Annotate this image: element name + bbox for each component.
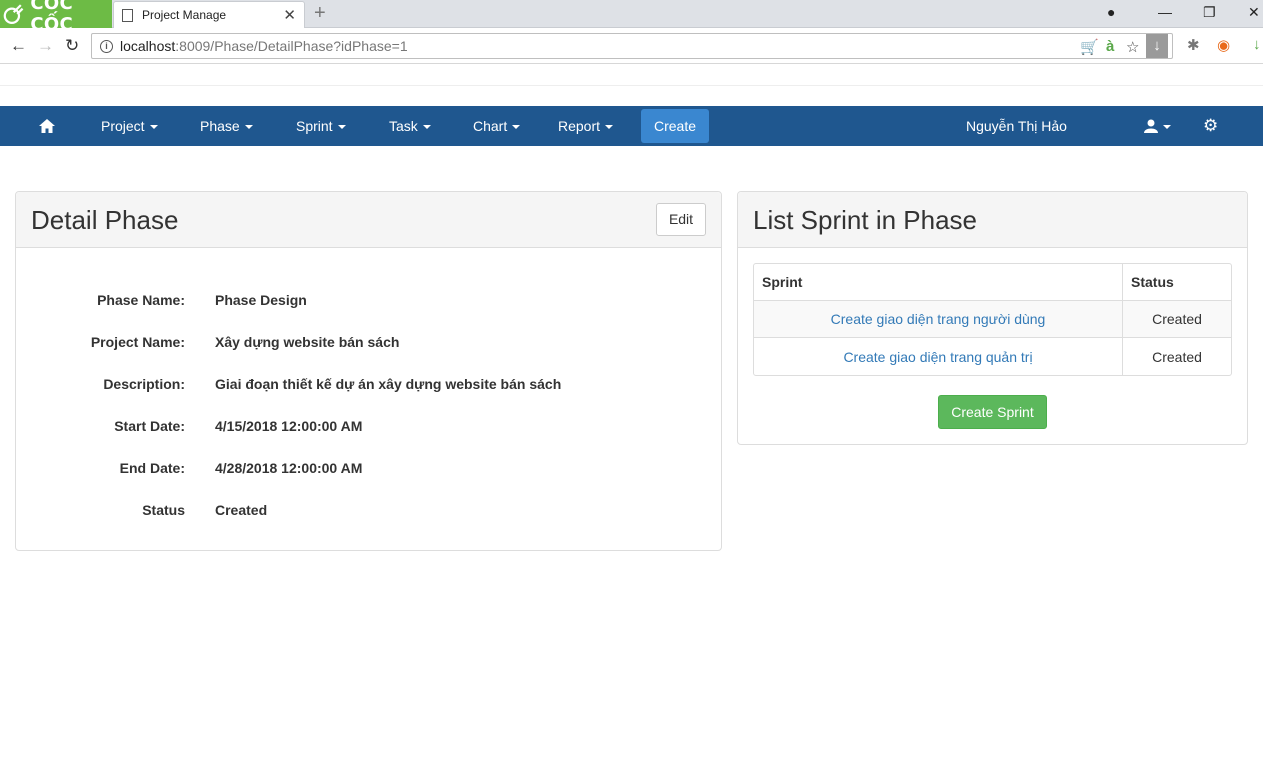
nav-report-label: Report	[558, 118, 601, 134]
detail-label: Project Name:	[90, 334, 185, 350]
minimize-icon[interactable]: —	[1158, 4, 1172, 20]
profile-icon[interactable]: ●	[1107, 4, 1115, 20]
nav-create-button[interactable]: Create	[641, 109, 709, 143]
browser-tab[interactable]: Project Manage ✕	[113, 1, 305, 28]
sprint-table: Sprint Status Create giao diện trang ngư…	[753, 263, 1232, 376]
user-menu[interactable]	[1144, 106, 1171, 146]
detail-value: Xây dựng website bán sách	[215, 334, 400, 350]
nav-phase[interactable]: Phase	[200, 106, 253, 146]
new-tab-icon[interactable]: +	[314, 2, 326, 25]
caret-down-icon	[422, 125, 431, 130]
sprint-link[interactable]: Create giao diện trang quản trị	[754, 338, 1123, 375]
bookmark-bar	[0, 64, 1263, 86]
caret-down-icon	[1163, 125, 1171, 130]
restore-icon[interactable]: ❐	[1203, 4, 1216, 21]
sprint-list-heading: List Sprint in Phase	[738, 192, 1247, 248]
nav-sprint[interactable]: Sprint	[296, 106, 346, 146]
nav-project-label: Project	[101, 118, 145, 134]
nav-phase-label: Phase	[200, 118, 240, 134]
column-header-sprint: Sprint	[754, 264, 1123, 301]
cart-icon[interactable]: 🛒	[1080, 38, 1099, 56]
nav-chart[interactable]: Chart	[473, 106, 521, 146]
url-host: localhost	[120, 38, 176, 54]
extension-download-icon[interactable]: ↓	[1253, 36, 1261, 53]
address-bar[interactable]: i localhost:8009/Phase/DetailPhase?idPha…	[91, 33, 1173, 59]
sprint-list-panel: List Sprint in Phase Sprint Status Creat…	[737, 191, 1248, 445]
extension-bug-icon[interactable]: ✱	[1187, 36, 1200, 54]
nav-task[interactable]: Task	[389, 106, 431, 146]
detail-label: End Date:	[119, 460, 185, 476]
detail-value: 4/28/2018 12:00:00 AM	[215, 460, 363, 476]
table-header-row: Sprint Status	[754, 264, 1231, 301]
detail-phase-heading: Detail Phase Edit	[16, 192, 721, 248]
detail-phase-title: Detail Phase	[31, 205, 179, 235]
detail-label: Start Date:	[114, 418, 185, 434]
table-row: Create giao diện trang quản trị Created	[754, 338, 1231, 375]
detail-value: 4/15/2018 12:00:00 AM	[215, 418, 363, 434]
download-icon[interactable]: ↓	[1146, 34, 1168, 58]
main-navbar: Project Phase Sprint Task Chart Report C…	[0, 106, 1263, 146]
caret-down-icon	[149, 125, 158, 130]
detail-label: Status	[142, 502, 185, 518]
window-close-icon[interactable]: ✕	[1248, 4, 1260, 21]
create-sprint-button[interactable]: Create Sprint	[938, 395, 1047, 429]
caret-down-icon	[605, 125, 614, 130]
coccoc-logo-icon	[3, 4, 24, 25]
browser-tab-bar: CỐC CỐC Project Manage ✕ + ● — ❐ ✕	[0, 0, 1263, 35]
detail-value: Created	[215, 502, 268, 518]
edit-button[interactable]: Edit	[656, 203, 706, 236]
browser-toolbar: ← → ↻ i localhost:8009/Phase/DetailPhase…	[0, 28, 1263, 64]
sprint-status: Created	[1123, 301, 1231, 338]
nav-project[interactable]: Project	[101, 106, 158, 146]
detail-value: Phase Design	[215, 292, 307, 308]
vietnamese-input-icon[interactable]: à	[1106, 38, 1114, 55]
home-icon[interactable]	[38, 106, 56, 146]
column-header-status: Status	[1123, 264, 1231, 301]
detail-row-end-date: End Date: 4/28/2018 12:00:00 AM	[16, 460, 721, 480]
settings-gear-icon[interactable]: ⚙	[1203, 106, 1218, 146]
star-icon[interactable]: ☆	[1126, 38, 1139, 56]
extension-circle-icon[interactable]: ◉	[1217, 36, 1230, 54]
table-row: Create giao diện trang người dùng Create…	[754, 301, 1231, 338]
caret-down-icon	[337, 125, 346, 130]
detail-label: Description:	[103, 376, 185, 392]
detail-row-start-date: Start Date: 4/15/2018 12:00:00 AM	[16, 418, 721, 438]
detail-value: Giai đoạn thiết kế dự án xây dựng websit…	[215, 376, 562, 392]
caret-down-icon	[244, 125, 253, 130]
caret-down-icon	[512, 125, 521, 130]
page-icon	[122, 8, 133, 22]
tab-close-icon[interactable]: ✕	[283, 6, 296, 24]
detail-row-phase-name: Phase Name: Phase Design	[16, 292, 721, 312]
nav-chart-label: Chart	[473, 118, 508, 134]
detail-label: Phase Name:	[97, 292, 185, 308]
sprint-list-title: List Sprint in Phase	[753, 205, 978, 235]
user-name[interactable]: Nguyễn Thị Hảo	[966, 106, 1067, 146]
reload-icon[interactable]: ↻	[65, 36, 79, 56]
sprint-link[interactable]: Create giao diện trang người dùng	[754, 301, 1123, 338]
nav-task-label: Task	[389, 118, 418, 134]
url-path: :8009/Phase/DetailPhase?idPhase=1	[175, 38, 408, 54]
detail-phase-panel: Detail Phase Edit Phase Name: Phase Desi…	[15, 191, 722, 551]
forward-icon[interactable]: →	[37, 36, 54, 56]
user-icon	[1144, 119, 1158, 133]
info-icon[interactable]: i	[100, 39, 113, 53]
back-icon[interactable]: ←	[10, 36, 27, 56]
sprint-status: Created	[1152, 348, 1202, 365]
browser-brand[interactable]: CỐC CỐC	[0, 0, 112, 35]
detail-row-project-name: Project Name: Xây dựng website bán sách	[16, 334, 721, 354]
detail-row-description: Description: Giai đoạn thiết kế dự án xâ…	[16, 376, 721, 396]
nav-sprint-label: Sprint	[296, 118, 333, 134]
detail-row-status: Status Created	[16, 502, 721, 522]
nav-report[interactable]: Report	[558, 106, 614, 146]
tab-title: Project Manage	[142, 8, 227, 22]
